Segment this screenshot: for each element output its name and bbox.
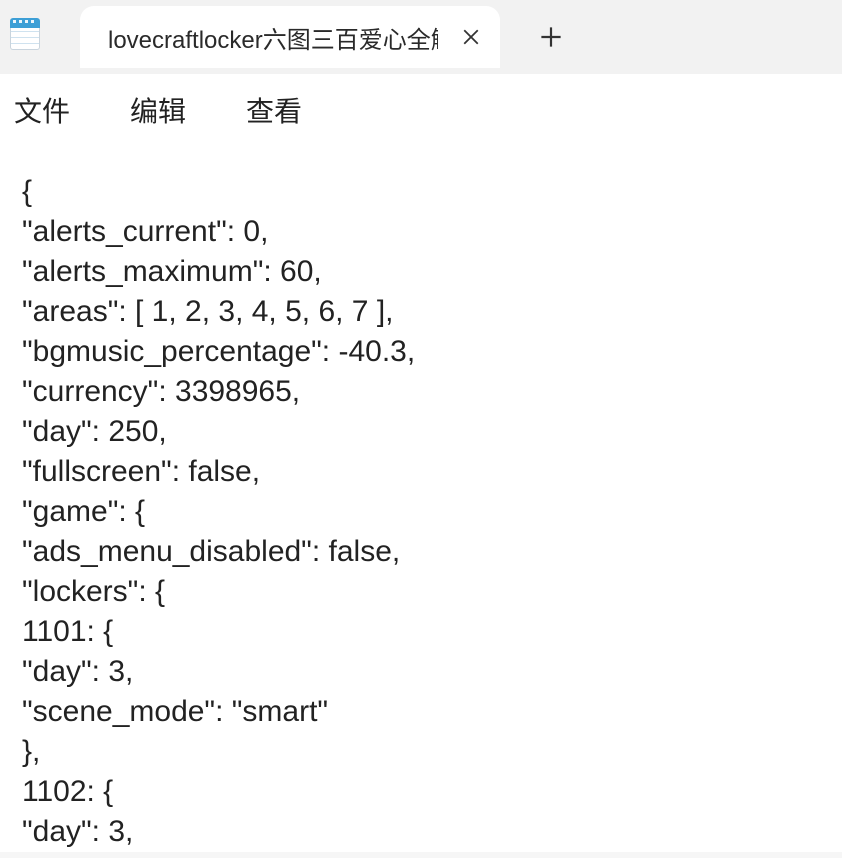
editor-line: "game": { [22, 492, 820, 532]
menu-edit[interactable]: 编辑 [130, 90, 186, 130]
editor-line: "lockers": { [22, 572, 820, 612]
menu-bar: 文件 编辑 查看 [0, 74, 842, 152]
editor-line: { [22, 172, 820, 212]
editor-line: "areas": [ 1, 2, 3, 4, 5, 6, 7 ], [22, 292, 820, 332]
editor-line: 1102: { [22, 772, 820, 812]
editor-line: "alerts_maximum": 60, [22, 252, 820, 292]
editor-line: "currency": 3398965, [22, 372, 820, 412]
editor-line: "ads_menu_disabled": false, [22, 532, 820, 572]
editor-line: "day": 3, [22, 812, 820, 852]
editor-line: "day": 250, [22, 412, 820, 452]
editor-line: "scene_mode": "smart" [22, 692, 820, 732]
menu-view[interactable]: 查看 [246, 90, 302, 130]
editor-line: "fullscreen": false, [22, 452, 820, 492]
editor-line: }, [22, 732, 820, 772]
editor-line: "day": 3, [22, 652, 820, 692]
editor-line: "bgmusic_percentage": -40.3, [22, 332, 820, 372]
tab-bar: lovecraftlocker六图三百爱心全解锁 [0, 0, 842, 74]
new-tab-button[interactable] [528, 14, 574, 60]
editor-content[interactable]: {"alerts_current": 0,"alerts_maximum": 6… [0, 152, 842, 852]
tab-title: lovecraftlocker六图三百爱心全解锁 [108, 20, 438, 55]
close-icon [462, 28, 480, 46]
close-tab-button[interactable] [460, 26, 482, 48]
plus-icon [540, 26, 562, 48]
notepad-app-icon [8, 18, 42, 52]
tab-active[interactable]: lovecraftlocker六图三百爱心全解锁 [80, 6, 500, 68]
menu-file[interactable]: 文件 [14, 90, 70, 130]
editor-line: "alerts_current": 0, [22, 212, 820, 252]
editor-line: 1101: { [22, 612, 820, 652]
